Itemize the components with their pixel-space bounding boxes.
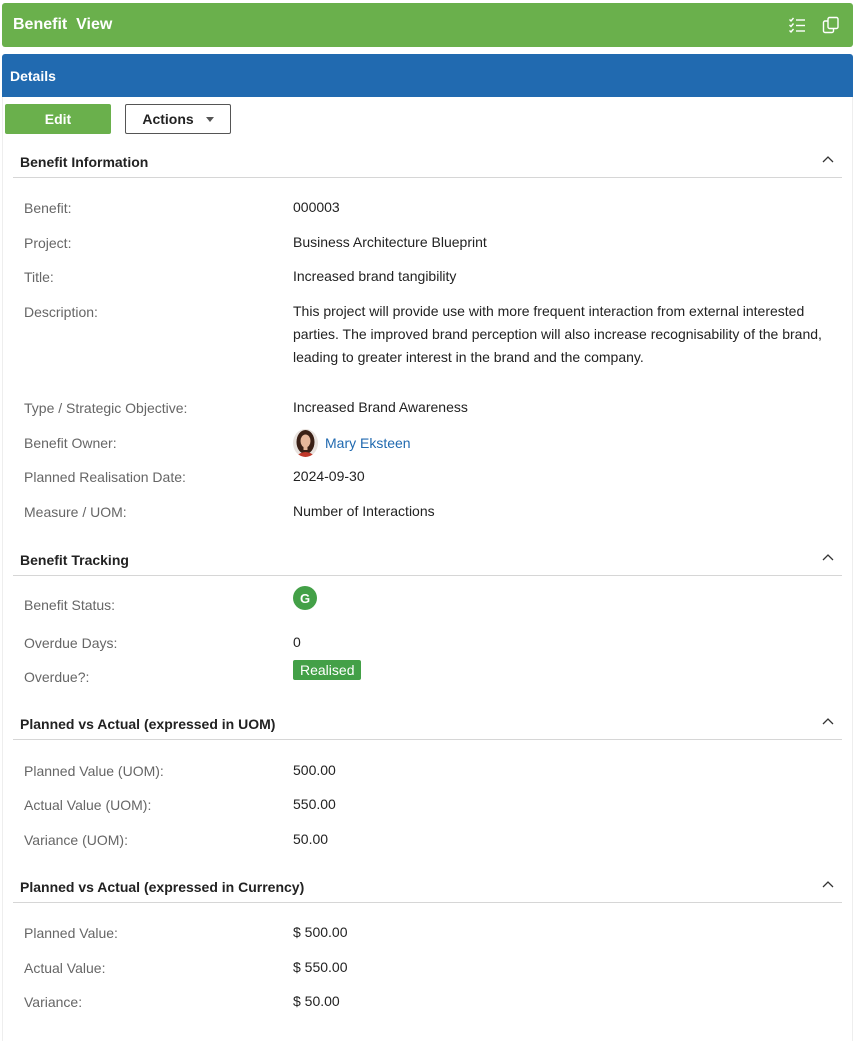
- field-label: Title:: [24, 269, 54, 285]
- project-link[interactable]: Business Architecture Blueprint: [293, 231, 487, 254]
- owner-link[interactable]: Mary Eksteen: [325, 435, 411, 451]
- planned-uom-value: 500.00: [293, 762, 336, 778]
- section-uom: Planned vs Actual (expressed in UOM): [13, 710, 842, 740]
- actual-uom-value: 550.00: [293, 796, 336, 812]
- field-label: Type / Strategic Objective:: [24, 400, 188, 416]
- variance-uom-value: 50.00: [293, 831, 329, 847]
- section-currency: Planned vs Actual (expressed in Currency…: [13, 873, 842, 903]
- field-label: Overdue?:: [24, 669, 90, 685]
- overdue-days: 0: [293, 634, 301, 650]
- chevron-up-icon[interactable]: [820, 877, 836, 893]
- field-label: Actual Value (UOM):: [24, 797, 152, 813]
- planned-currency-value: $ 500.00: [293, 924, 348, 940]
- chevron-up-icon[interactable]: [820, 714, 836, 730]
- actions-button[interactable]: Actions: [125, 104, 231, 134]
- field-label: Variance (UOM):: [24, 832, 128, 848]
- section-title: Benefit Tracking: [20, 552, 129, 568]
- field-label: Variance:: [24, 994, 83, 1010]
- field-label: Benefit:: [24, 200, 72, 216]
- field-label: Project:: [24, 235, 72, 251]
- strategic-objective: Increased Brand Awareness: [293, 399, 468, 415]
- avatar: [293, 429, 318, 457]
- title-tools: [787, 15, 841, 35]
- chevron-up-icon[interactable]: [820, 152, 836, 168]
- measure-uom: Number of Interactions: [293, 503, 435, 519]
- status-badge: G: [293, 586, 317, 610]
- section-title: Planned vs Actual (expressed in Currency…: [20, 879, 305, 895]
- field-label: Measure / UOM:: [24, 504, 127, 520]
- field-label: Planned Realisation Date:: [24, 469, 186, 485]
- field-label: Overdue Days:: [24, 635, 118, 651]
- realised-badge: Realised: [293, 660, 362, 680]
- benefit-view-page: Benefit View Details Edit Actions Benefi…: [0, 0, 855, 1041]
- actions-label: Actions: [142, 111, 194, 127]
- section-benefit-tracking: Benefit Tracking: [13, 546, 842, 576]
- benefit-description: This project will provide use with more …: [293, 303, 822, 365]
- details-bar: Details: [2, 54, 853, 97]
- field-label: Benefit Owner:: [24, 435, 117, 451]
- checklist-icon[interactable]: [787, 15, 807, 35]
- field-label: Actual Value:: [24, 960, 106, 976]
- field-label: Description:: [24, 304, 98, 320]
- edit-button[interactable]: Edit: [5, 104, 111, 134]
- section-title: Planned vs Actual (expressed in UOM): [20, 716, 276, 732]
- benefit-id: 000003: [293, 199, 340, 215]
- section-title: Benefit Information: [20, 154, 149, 170]
- field-label: Benefit Status:: [24, 597, 116, 613]
- copy-icon[interactable]: [821, 15, 841, 35]
- field-label: Planned Value (UOM):: [24, 763, 164, 779]
- chevron-up-icon[interactable]: [820, 550, 836, 566]
- page-title: Benefit View: [13, 16, 113, 33]
- title-bar: Benefit View: [2, 3, 853, 47]
- chevron-down-icon: [205, 116, 214, 122]
- planned-date: 2024-09-30: [293, 468, 365, 484]
- details-label: Details: [10, 67, 56, 84]
- benefit-title: Increased brand tangibility: [293, 268, 457, 284]
- field-label: Planned Value:: [24, 925, 118, 941]
- variance-currency-value: $ 50.00: [293, 993, 340, 1009]
- section-benefit-information: Benefit Information: [13, 148, 842, 178]
- actual-currency-value: $ 550.00: [293, 959, 348, 975]
